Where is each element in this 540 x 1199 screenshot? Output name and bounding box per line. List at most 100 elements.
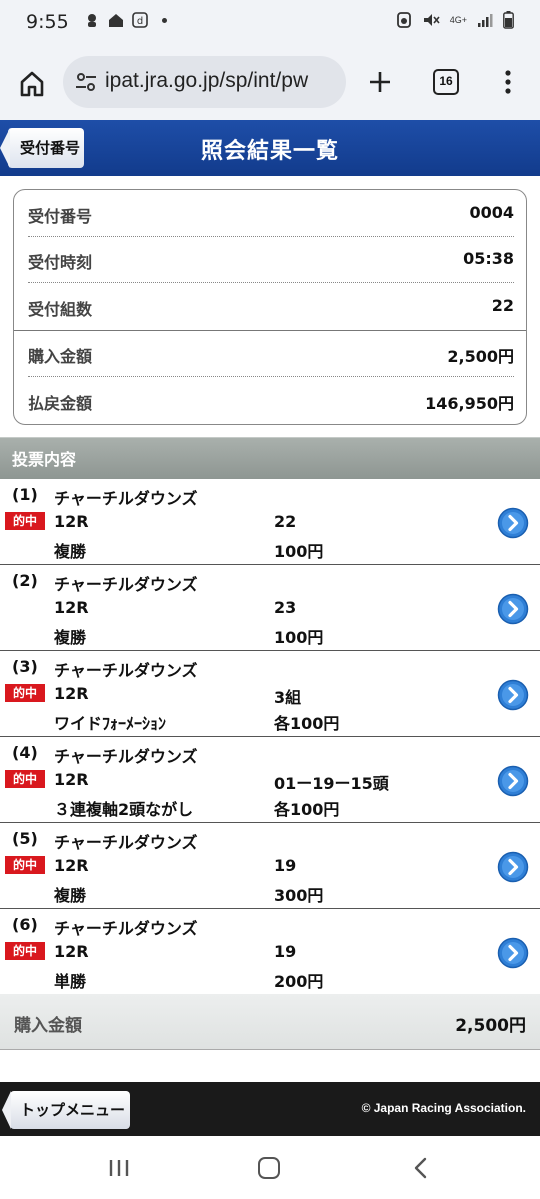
bet-race: 12R [54,684,89,703]
bet-number: (5) [12,829,38,848]
detail-arrow-icon[interactable] [497,937,529,969]
hit-badge: 的中 [5,684,45,702]
bet-type: 複勝 [54,886,87,905]
bet-combination: 19 [274,856,297,875]
bet-combination: 22 [274,512,297,531]
bet-type: 複勝 [54,542,87,561]
bet-type: ワイドﾌｫｰﾒｰｼｮﾝ [54,714,167,733]
bet-venue: チャーチルダウンズ [54,833,198,852]
bet-number: (6) [12,915,38,934]
hit-badge: 的中 [5,856,45,874]
url-text[interactable]: ipat.jra.go.jp/sp/int/pw [105,69,341,93]
section-header-bet-contents: 投票内容 [0,437,540,479]
tab-switcher-button[interactable]: 16 [433,69,459,95]
summary-row-receipt-time: 受付時刻 05:38 [28,236,514,282]
alarm-icon [396,12,411,28]
bet-type: ３連複軸2頭ながし [54,800,194,819]
summary-label: 受付時刻 [28,253,93,272]
mute-icon [423,14,440,26]
bet-number: (4) [12,743,38,762]
bet-race: 12R [54,512,89,531]
hit-badge: 的中 [5,512,45,530]
bet-item[interactable]: (5) チャーチルダウンズ 的中 12R 複勝 19 300円 [0,823,540,909]
bet-amount: 300円 [274,886,324,905]
page-header: 受付番号 照会結果一覧 [0,120,540,176]
nav-home-icon[interactable] [258,1157,280,1179]
bet-race: 12R [54,598,89,617]
bet-venue: チャーチルダウンズ [54,919,198,938]
bet-venue: チャーチルダウンズ [54,489,198,508]
browser-toolbar: ipat.jra.go.jp/sp/int/pw 16 [0,44,540,120]
bet-combination: 19 [274,942,297,961]
bet-type: 複勝 [54,628,87,647]
bet-number: (1) [12,485,38,504]
status-time: 9:55 [26,11,69,33]
bet-item[interactable]: (6) チャーチルダウンズ 的中 12R 単勝 19 200円 [0,909,540,995]
detail-arrow-icon[interactable] [497,765,529,797]
summary-row-payout-amount: 払戻金額 146,950円 [28,377,514,423]
svg-text:d: d [137,16,143,27]
summary-value: 22 [491,296,514,315]
bet-race: 12R [54,942,89,961]
detail-arrow-icon[interactable] [497,679,529,711]
bet-race: 12R [54,856,89,875]
bet-type: 単勝 [54,972,87,991]
footer: トップメニュー © Japan Racing Association. [0,1082,540,1136]
bet-item[interactable]: (4) チャーチルダウンズ 的中 12R ３連複軸2頭ながし 01ー19ー15頭… [0,737,540,823]
summary-label: 受付組数 [28,300,93,319]
bet-item[interactable]: (1) チャーチルダウンズ 的中 12R 複勝 22 100円 [0,479,540,565]
new-tab-icon[interactable] [364,66,396,98]
bet-item[interactable]: (3) チャーチルダウンズ 的中 12R ワイドﾌｫｰﾒｰｼｮﾝ 3組 各100… [0,651,540,737]
total-bar: 購入金額 2,500円 [0,994,540,1050]
bet-amount: 200円 [274,972,324,991]
site-settings-icon[interactable] [75,72,97,92]
copyright: © Japan Racing Association. [361,1101,526,1115]
bet-combination: 01ー19ー15頭 [274,774,389,793]
home-notification-icon [109,14,123,27]
bet-number: (2) [12,571,38,590]
summary-value: 0004 [469,203,514,222]
detail-arrow-icon[interactable] [497,593,529,625]
summary-label: 払戻金額 [28,394,93,413]
bet-venue: チャーチルダウンズ [54,747,198,766]
d-app-icon: d [132,12,148,28]
summary-card: 受付番号 0004 受付時刻 05:38 受付組数 22 購入金額 2,500円… [13,189,527,425]
url-bar[interactable]: ipat.jra.go.jp/sp/int/pw [63,56,346,108]
bet-venue: チャーチルダウンズ [54,661,198,680]
system-icons: 4G+ [396,11,514,29]
detail-arrow-icon[interactable] [497,851,529,883]
summary-row-purchase-amount: 購入金額 2,500円 [28,330,514,376]
summary-label: 受付番号 [28,207,93,226]
bet-amount: 各100円 [274,800,340,819]
home-icon[interactable] [14,66,50,102]
battery-icon [503,11,514,29]
summary-row-receipt-number: 受付番号 0004 [28,190,514,236]
hit-badge: 的中 [5,942,45,960]
bet-item[interactable]: (2) チャーチルダウンズ 12R 複勝 23 100円 [0,565,540,651]
summary-row-combination-count: 受付組数 22 [28,283,514,329]
notification-app-icon [88,14,96,27]
summary-label: 購入金額 [28,347,93,366]
summary-value: 05:38 [463,249,514,268]
more-notifications-dot [162,17,167,23]
recent-apps-icon[interactable] [108,1158,130,1178]
hit-badge: 的中 [5,770,45,788]
bet-amount: 100円 [274,628,324,647]
system-nav-bar [0,1136,540,1199]
detail-arrow-icon[interactable] [497,507,529,539]
signal-icon [478,14,493,27]
more-menu-icon[interactable] [500,67,516,97]
bet-amount: 各100円 [274,714,340,733]
bet-amount: 100円 [274,542,324,561]
bet-venue: チャーチルダウンズ [54,575,198,594]
bet-race: 12R [54,770,89,789]
top-menu-button[interactable]: トップメニュー [2,1091,130,1129]
bet-combination: 23 [274,598,297,617]
summary-value: 2,500円 [447,347,514,366]
bet-combination: 3組 [274,688,302,707]
notification-icons: d [84,12,167,28]
nav-back-icon[interactable] [410,1156,430,1180]
total-label: 購入金額 [14,1016,82,1036]
status-bar: 9:55 d 4G+ [0,0,540,44]
bet-number: (3) [12,657,38,676]
